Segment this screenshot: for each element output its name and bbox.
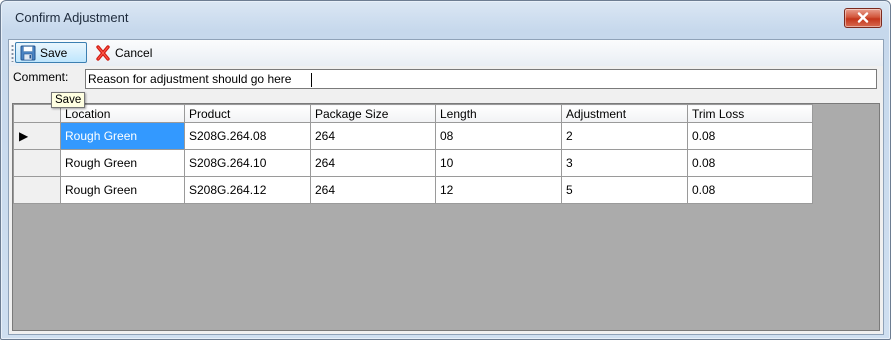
column-header-package-size[interactable]: Package Size [310,104,436,123]
cell-length[interactable]: 12 [435,176,562,204]
cell-product[interactable]: S208G.264.08 [184,122,311,150]
column-header-adjustment[interactable]: Adjustment [561,104,688,123]
red-x-icon [96,44,110,61]
table-row[interactable]: Rough Green S208G.264.10 264 10 3 0.08 [13,149,813,177]
adjustment-grid[interactable]: Location Product Package Size Length Adj… [12,103,880,331]
cell-location[interactable]: Rough Green [60,122,185,150]
row-header[interactable] [13,149,61,177]
column-header-product[interactable]: Product [184,104,311,123]
close-icon [857,12,869,23]
table-row[interactable]: ▶ Rough Green S208G.264.08 264 08 2 0.08 [13,122,813,150]
header-row: Location Product Package Size Length Adj… [13,104,813,123]
close-button[interactable] [844,8,882,28]
floppy-disk-icon [20,45,36,60]
dialog-client-area: Save Cancel Comment: Save [8,39,884,335]
toolbar: Save Cancel [9,40,883,66]
cell-product[interactable]: S208G.264.12 [184,176,311,204]
cancel-button-label: Cancel [115,45,153,60]
cell-package-size[interactable]: 264 [310,122,436,150]
cell-adjustment[interactable]: 5 [561,176,688,204]
save-button-label: Save [40,45,68,60]
cell-adjustment[interactable]: 2 [561,122,688,150]
cell-location[interactable]: Rough Green [60,149,185,177]
title-bar[interactable]: Confirm Adjustment [1,1,890,31]
comment-label: Comment: [13,70,69,84]
cell-length[interactable]: 10 [435,149,562,177]
comment-input[interactable] [85,69,877,89]
cell-trim-loss[interactable]: 0.08 [687,176,813,204]
table-row[interactable]: Rough Green S208G.264.12 264 12 5 0.08 [13,176,813,204]
current-row-indicator-icon: ▶ [19,129,29,143]
confirm-adjustment-window: Confirm Adjustment Save Cancel Comment: … [0,0,891,340]
save-tooltip: Save [51,92,86,108]
cancel-button[interactable]: Cancel [91,42,156,63]
cell-length[interactable]: 08 [435,122,562,150]
cell-package-size[interactable]: 264 [310,176,436,204]
cell-product[interactable]: S208G.264.10 [184,149,311,177]
row-header[interactable]: ▶ [13,122,61,150]
cell-trim-loss[interactable]: 0.08 [687,149,813,177]
column-header-length[interactable]: Length [435,104,562,123]
column-header-trim-loss[interactable]: Trim Loss [687,104,813,123]
cell-adjustment[interactable]: 3 [561,149,688,177]
cell-trim-loss[interactable]: 0.08 [687,122,813,150]
save-button[interactable]: Save [15,42,87,63]
toolbar-grip[interactable] [11,44,14,62]
row-header[interactable] [13,176,61,204]
cell-package-size[interactable]: 264 [310,149,436,177]
adjustment-table: Location Product Package Size Length Adj… [13,104,813,204]
cell-location[interactable]: Rough Green [60,176,185,204]
window-title: Confirm Adjustment [15,10,129,25]
text-caret [311,73,312,87]
